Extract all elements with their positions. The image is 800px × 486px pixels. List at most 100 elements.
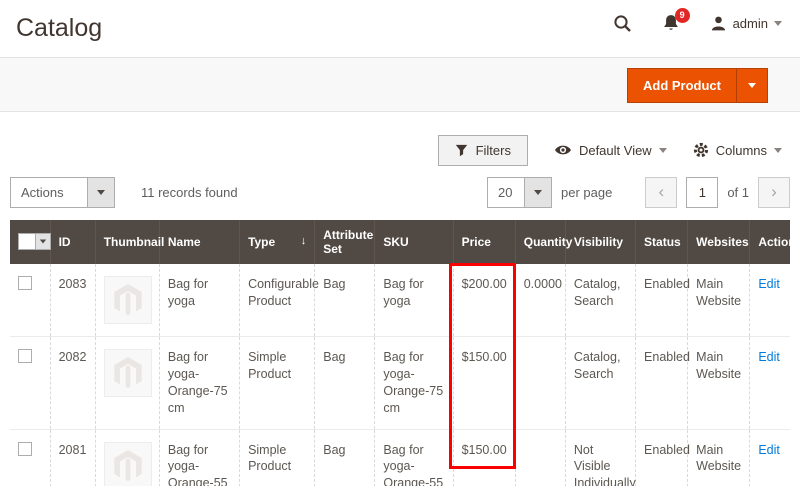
- cell-quantity: [515, 337, 565, 430]
- cell-type: Configurable Product: [240, 264, 315, 337]
- chevron-down-icon: [97, 190, 105, 195]
- cell-id: 2083: [50, 264, 95, 337]
- add-product-button[interactable]: Add Product: [627, 68, 768, 103]
- notification-count-badge: 9: [675, 8, 690, 23]
- row-select-cell: [10, 264, 50, 337]
- cell-type: Simple Product: [240, 337, 315, 430]
- row-select-cell: [10, 429, 50, 486]
- select-all-dropdown[interactable]: [35, 234, 50, 249]
- filters-button[interactable]: Filters: [438, 135, 528, 166]
- eye-icon: [554, 143, 572, 157]
- magento-logo-placeholder-icon: [114, 357, 142, 389]
- default-view-control[interactable]: Default View: [554, 143, 667, 158]
- chevron-down-icon: [774, 21, 782, 26]
- header-actions: 9 admin: [613, 14, 782, 33]
- current-page-input[interactable]: [686, 177, 718, 208]
- table-row: 2081 Bag for yoga-Orange-55 cm Simple Pr…: [10, 429, 790, 486]
- chevron-down-icon: [534, 190, 542, 195]
- cell-visibility: Not Visible Individually: [565, 429, 635, 486]
- search-icon[interactable]: [613, 14, 632, 33]
- cell-price: $150.00: [453, 337, 515, 430]
- actions-select-dropdown[interactable]: [87, 178, 114, 207]
- product-thumbnail: [104, 276, 152, 324]
- edit-link[interactable]: Edit: [758, 443, 780, 457]
- cell-attribute-set: Bag: [315, 429, 375, 486]
- cell-websites: Main Website: [688, 264, 750, 337]
- cell-name: Bag for yoga-Orange-75 cm: [159, 337, 239, 430]
- cell-id: 2082: [50, 337, 95, 430]
- user-icon: [710, 15, 727, 32]
- column-header-name[interactable]: Name: [159, 220, 239, 264]
- column-header-type[interactable]: Type↓: [240, 220, 315, 264]
- cell-websites: Main Website: [688, 337, 750, 430]
- cell-websites: Main Website: [688, 429, 750, 486]
- product-grid: ID Thumbnail Name Type↓ Attribute Set SK…: [10, 220, 790, 486]
- total-pages-label: of 1: [727, 185, 749, 200]
- cell-action: Edit: [750, 264, 790, 337]
- select-all-checkbox[interactable]: [19, 234, 35, 249]
- cell-name: Bag for yoga-Orange-55 cm: [159, 429, 239, 486]
- chevron-down-icon: [774, 148, 782, 153]
- cell-quantity: [515, 429, 565, 486]
- cell-status: Enabled: [636, 337, 688, 430]
- cell-action: Edit: [750, 429, 790, 486]
- per-page-value: 20: [488, 178, 524, 207]
- chevron-down-icon: [748, 83, 756, 88]
- column-header-sku[interactable]: SKU: [375, 220, 453, 264]
- column-header-thumbnail[interactable]: Thumbnail: [95, 220, 159, 264]
- cell-action: Edit: [750, 337, 790, 430]
- add-product-split-toggle[interactable]: [736, 69, 767, 102]
- column-header-id[interactable]: ID: [50, 220, 95, 264]
- column-header-price[interactable]: Price: [453, 220, 515, 264]
- column-header-visibility[interactable]: Visibility: [565, 220, 635, 264]
- row-checkbox[interactable]: [18, 276, 32, 290]
- cell-sku: Bag for yoga-Orange-55 cm: [375, 429, 453, 486]
- product-thumbnail: [104, 442, 152, 486]
- table-header-row: ID Thumbnail Name Type↓ Attribute Set SK…: [10, 220, 790, 264]
- cell-visibility: Catalog, Search: [565, 337, 635, 430]
- gear-icon: [693, 142, 709, 158]
- table-row: 2082 Bag for yoga-Orange-75 cm Simple Pr…: [10, 337, 790, 430]
- admin-account-menu[interactable]: admin: [710, 15, 782, 32]
- cell-thumbnail: [95, 337, 159, 430]
- page-actions-band: Add Product: [0, 57, 800, 112]
- cell-attribute-set: Bag: [315, 337, 375, 430]
- actions-select[interactable]: Actions: [10, 177, 115, 208]
- actions-select-value: Actions: [11, 178, 87, 207]
- product-thumbnail: [104, 349, 152, 397]
- cell-thumbnail: [95, 429, 159, 486]
- previous-page-button[interactable]: ‹: [645, 177, 677, 208]
- row-checkbox[interactable]: [18, 442, 32, 456]
- edit-link[interactable]: Edit: [758, 277, 780, 291]
- table-row: 2083 Bag for yoga Configurable Product B…: [10, 264, 790, 337]
- cell-id: 2081: [50, 429, 95, 486]
- select-all-header: [10, 220, 50, 264]
- column-header-quantity[interactable]: Quantity: [515, 220, 565, 264]
- cell-attribute-set: Bag: [315, 264, 375, 337]
- row-checkbox[interactable]: [18, 349, 32, 363]
- edit-link[interactable]: Edit: [758, 350, 780, 364]
- default-view-label: Default View: [579, 143, 652, 158]
- cell-quantity: 0.0000: [515, 264, 565, 337]
- cell-status: Enabled: [636, 429, 688, 486]
- columns-label: Columns: [716, 143, 767, 158]
- cell-visibility: Catalog, Search: [565, 264, 635, 337]
- actions-row: Actions 11 records found 20 per page ‹ o…: [0, 176, 800, 208]
- columns-control[interactable]: Columns: [693, 142, 782, 158]
- filter-funnel-icon: [455, 144, 468, 157]
- select-all-control[interactable]: [18, 233, 51, 250]
- pagination: 20 per page ‹ of 1 ›: [487, 177, 790, 208]
- magento-logo-placeholder-icon: [114, 450, 142, 482]
- column-header-action[interactable]: Action: [750, 220, 790, 264]
- records-found-text: 11 records found: [141, 185, 238, 200]
- per-page-label: per page: [561, 185, 612, 200]
- per-page-dropdown[interactable]: [524, 178, 551, 207]
- admin-label: admin: [733, 16, 768, 31]
- notifications-bell-icon[interactable]: 9: [662, 14, 680, 33]
- next-page-button[interactable]: ›: [758, 177, 790, 208]
- cell-thumbnail: [95, 264, 159, 337]
- per-page-select[interactable]: 20: [487, 177, 552, 208]
- column-header-attribute-set[interactable]: Attribute Set: [315, 220, 375, 264]
- column-header-websites[interactable]: Websites: [688, 220, 750, 264]
- column-header-status[interactable]: Status: [636, 220, 688, 264]
